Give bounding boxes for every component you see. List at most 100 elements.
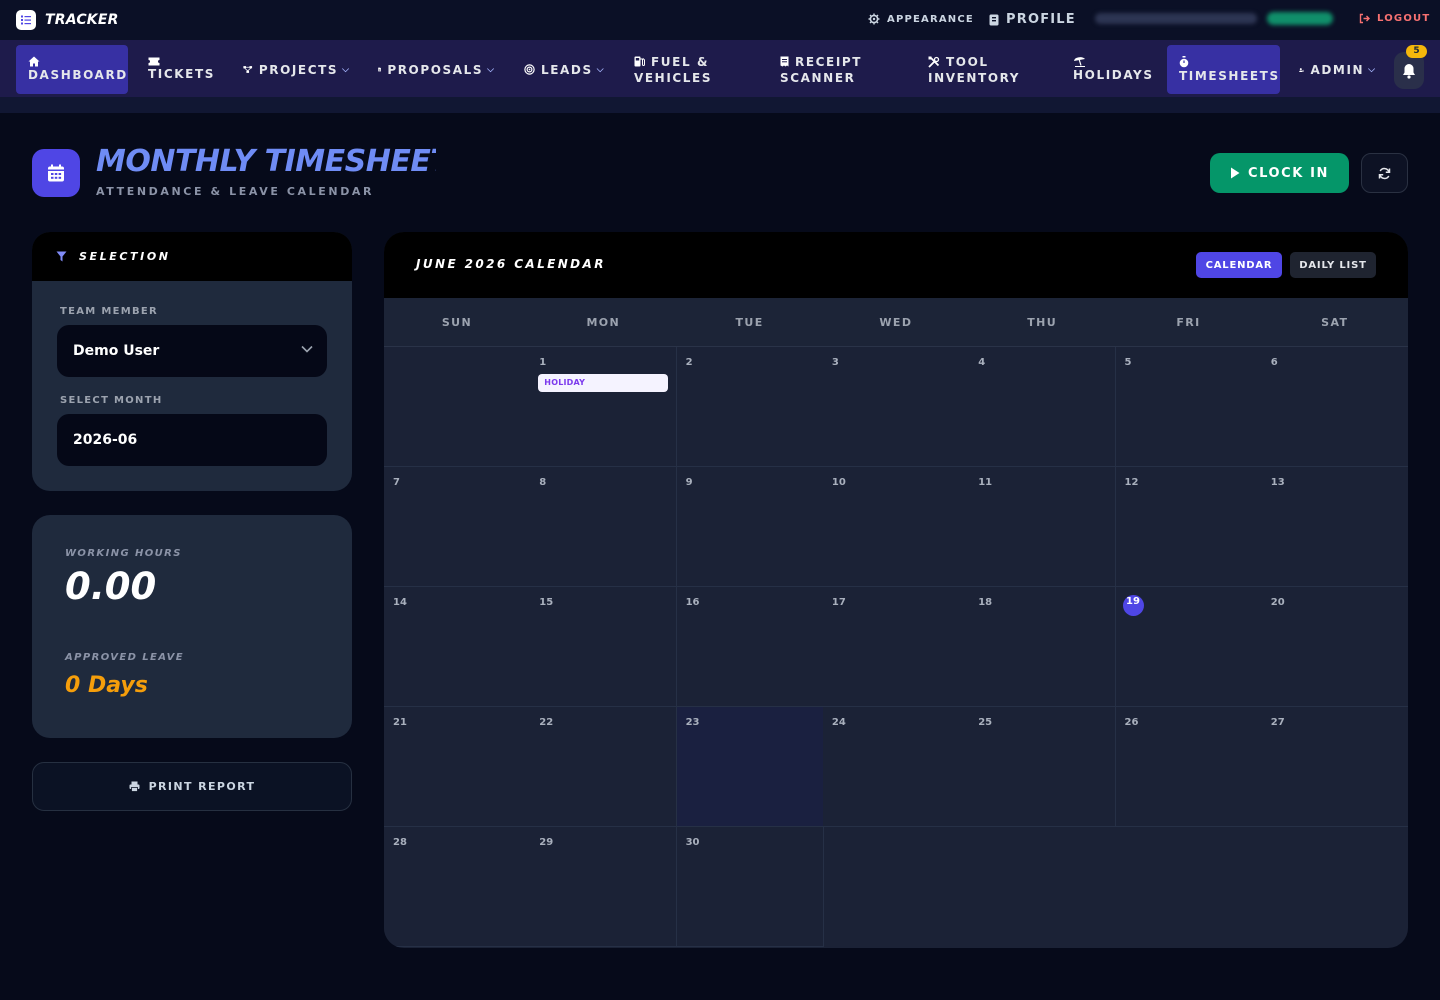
gas-pump-icon (634, 56, 645, 67)
day-number: 15 (539, 597, 554, 608)
calendar-day-cell[interactable]: 29 (530, 827, 678, 947)
day-number: 4 (978, 357, 986, 368)
nav-tool-label-1: TOOL (946, 54, 989, 69)
day-number: 16 (685, 597, 700, 608)
calendar-day-cell[interactable]: 6 (1261, 347, 1408, 467)
day-number: 20 (1270, 597, 1285, 608)
calendar-day-cell[interactable]: 23 (676, 707, 824, 827)
calendar-day-cell[interactable]: 30 (676, 827, 824, 947)
holiday-tag[interactable]: HOLIDAY (538, 374, 669, 392)
calendar-day-cell[interactable]: 13 (1261, 467, 1408, 587)
nav-proposals-label: PROPOSALS (387, 62, 484, 77)
nav-fuel-vehicles[interactable]: FUEL & VEHICLES (622, 45, 752, 94)
nav-projects[interactable]: PROJECTS ⌵ (231, 45, 361, 94)
clock-in-button[interactable]: CLOCK IN (1210, 153, 1349, 193)
calendar-day-cell[interactable]: 24 (822, 707, 970, 827)
month-input[interactable]: 2026-06 (57, 414, 327, 466)
clock-in-label: CLOCK IN (1247, 165, 1330, 181)
calendar-day-cell[interactable]: 20 (1261, 587, 1408, 707)
checklist-icon (16, 10, 36, 30)
appearance-link[interactable]: APPEARANCE (868, 13, 974, 25)
calendar-day-cell[interactable]: 27 (1261, 707, 1408, 827)
logout-label: LOGOUT (1377, 13, 1431, 24)
calendar-day-cell[interactable]: 22 (530, 707, 678, 827)
nav-tickets[interactable]: TICKETS (136, 45, 226, 94)
print-icon (129, 781, 140, 792)
calendar-day-cell[interactable]: 16 (676, 587, 824, 707)
calendar-day-cell[interactable]: 11 (969, 467, 1117, 587)
approved-leave-value: 0 Days (65, 673, 148, 698)
day-number: 26 (1124, 717, 1139, 728)
print-report-label: PRINT REPORT (148, 780, 256, 793)
nav-holidays-label: HOLIDAYS (1073, 68, 1154, 82)
calendar-day-cell[interactable]: 26 (1115, 707, 1263, 827)
calendar-day-cell[interactable]: 25 (969, 707, 1117, 827)
calendar-day-cell[interactable]: 4 (969, 347, 1117, 467)
nav-admin[interactable]: ADMIN ⌵ (1287, 45, 1387, 94)
chevron-down-icon: ⌵ (596, 64, 604, 75)
calendar-day-cell[interactable]: 5 (1115, 347, 1263, 467)
calendar-day-cell[interactable]: 28 (384, 827, 531, 947)
calendar-day-cell[interactable]: 15 (530, 587, 678, 707)
calendar-day-cell[interactable]: 12 (1115, 467, 1263, 587)
brand[interactable]: TRACKER (16, 10, 119, 30)
nav-tickets-label: TICKETS (148, 67, 215, 81)
nav-dashboard[interactable]: DASHBOARD (16, 45, 128, 94)
bell-icon (1403, 63, 1415, 79)
nav-timesheets[interactable]: TIMESHEETS (1167, 45, 1280, 94)
receipt-icon (780, 56, 789, 67)
weekday-mon: MON (586, 316, 621, 329)
calendar-day-cell[interactable]: 3 (822, 347, 970, 467)
day-number: 8 (539, 477, 547, 488)
weekday-thu: THU (1027, 316, 1058, 329)
calendar-header: JUNE 2026 CALENDAR CALENDAR DAILY LIST (384, 232, 1408, 298)
calendar-day-cell[interactable]: 1 HOLIDAY (530, 347, 678, 467)
day-number: 17 (831, 597, 846, 608)
calendar-day-cell[interactable]: 18 (969, 587, 1117, 707)
weekday-fri: FRI (1176, 316, 1201, 329)
calendar-day-cell[interactable]: 21 (384, 707, 531, 827)
weekday-wed: WED (879, 316, 913, 329)
top-bar: TRACKER APPEARANCE PROFILE LOGOUT (0, 0, 1440, 40)
select-month-label: SELECT MONTH (60, 395, 163, 406)
calendar-day-cell[interactable]: 10 (822, 467, 970, 587)
appearance-label: APPEARANCE (887, 13, 974, 25)
month-value: 2026-06 (73, 432, 138, 448)
calendar-day-cell[interactable]: 8 (530, 467, 678, 587)
day-number: 10 (831, 477, 846, 488)
calendar-icon (32, 149, 80, 197)
refresh-button[interactable] (1361, 153, 1408, 193)
nav-tool-inventory[interactable]: TOOL INVENTORY (916, 45, 1056, 94)
team-member-select[interactable]: Demo User (57, 325, 327, 377)
nav-projects-label: PROJECTS (258, 62, 339, 77)
calendar-day-cell[interactable]: 19 (1115, 587, 1263, 707)
profile-link[interactable]: PROFILE (989, 12, 1076, 27)
day-number: 6 (1270, 357, 1278, 368)
nav-timesheets-label: TIMESHEETS (1179, 68, 1280, 83)
logout-link[interactable]: LOGOUT (1359, 13, 1430, 24)
nav-leads[interactable]: LEADS ⌵ (512, 45, 616, 94)
nav-tool-label-2: INVENTORY (928, 70, 1021, 85)
calendar-view-button[interactable]: CALENDAR (1196, 252, 1282, 278)
calendar-day-cell[interactable]: 2 (676, 347, 824, 467)
redacted-status-badge (1267, 12, 1333, 25)
calendar-day-cell[interactable]: 17 (822, 587, 970, 707)
calendar-day-cell[interactable]: 9 (676, 467, 824, 587)
daily-list-view-button[interactable]: DAILY LIST (1290, 252, 1376, 278)
refresh-icon (1378, 167, 1391, 179)
nav-receipt-scanner[interactable]: RECEIPT SCANNER (768, 45, 908, 94)
day-number: 27 (1270, 717, 1285, 728)
day-number: 9 (685, 477, 693, 488)
nav-proposals[interactable]: PROPOSALS ⌵ (366, 45, 506, 94)
calendar-day-cell[interactable]: 14 (384, 587, 531, 707)
print-report-button[interactable]: PRINT REPORT (32, 762, 352, 811)
summary-card: WORKING HOURS 0.00 APPROVED LEAVE 0 Days (32, 515, 352, 738)
calendar-day-cell[interactable]: 7 (384, 467, 531, 587)
day-number: 30 (685, 837, 700, 848)
selection-header: SELECTION (32, 232, 352, 281)
nav-leads-label: LEADS (541, 62, 593, 77)
main-nav: DASHBOARD TICKETS PROJECTS ⌵ PROPOSALS ⌵… (0, 40, 1440, 97)
day-number: 29 (539, 837, 554, 848)
day-number: 3 (831, 357, 839, 368)
nav-holidays[interactable]: HOLIDAYS (1061, 45, 1161, 94)
